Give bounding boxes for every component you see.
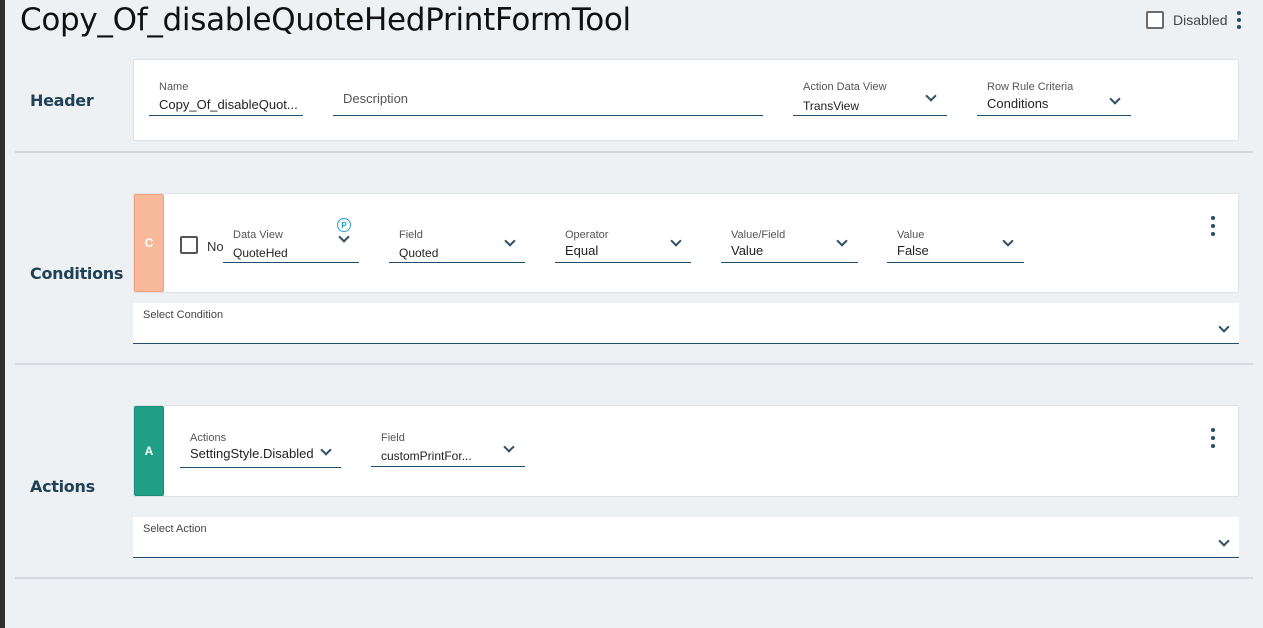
action-data-view-value: TransView	[803, 99, 860, 113]
actions-value: SettingStyle.Disabled	[190, 446, 314, 461]
name-label: Name	[159, 81, 189, 93]
section-divider	[15, 577, 1253, 579]
page-more-icon[interactable]	[1236, 11, 1242, 29]
disabled-checkbox[interactable]	[1146, 11, 1164, 29]
disabled-toggle[interactable]: Disabled	[1146, 11, 1227, 29]
operator-label: Operator	[565, 229, 609, 241]
name-value: Copy_Of_disableQuot...	[159, 97, 298, 112]
action-field-value: customPrintFor...	[381, 449, 472, 463]
chevron-down-icon	[320, 444, 332, 456]
not-label: No	[207, 239, 224, 254]
field-label: Field	[399, 229, 423, 241]
action-tag: A	[134, 406, 164, 496]
conditions-section-label: Conditions	[30, 264, 124, 283]
header-card: Name Copy_Of_disableQuot... Description …	[133, 59, 1239, 141]
value-label: Value	[897, 229, 925, 241]
condition-operator-select[interactable]: Operator Equal	[555, 229, 691, 263]
operator-value: Equal	[565, 243, 599, 258]
parameter-icon[interactable]: P	[337, 218, 351, 232]
row-rule-criteria-label: Row Rule Criteria	[987, 81, 1074, 93]
header-section-label: Header	[30, 91, 94, 110]
chevron-down-icon	[1218, 321, 1230, 333]
row-rule-criteria-select[interactable]: Row Rule Criteria Conditions	[977, 81, 1131, 116]
condition-card: C No Data View QuoteHed P Field Quoted O…	[133, 193, 1239, 293]
action-more-icon[interactable]	[1210, 428, 1216, 448]
select-condition-dropdown[interactable]: Select Condition	[133, 303, 1239, 344]
action-data-view-select[interactable]: Action Data View TransView	[793, 81, 947, 116]
actions-section-label: Actions	[30, 477, 95, 496]
action-data-view-label: Action Data View	[803, 81, 887, 93]
row-rule-criteria-value: Conditions	[987, 96, 1049, 111]
chevron-down-icon	[836, 235, 848, 247]
chevron-down-icon	[338, 231, 350, 243]
window-edge	[0, 0, 5, 628]
section-divider	[15, 363, 1253, 365]
chevron-down-icon	[503, 441, 515, 453]
condition-more-icon[interactable]	[1210, 216, 1216, 236]
action-card: A Actions SettingStyle.Disabled Field cu…	[133, 405, 1239, 497]
select-action-label: Select Action	[143, 523, 207, 535]
condition-field-select[interactable]: Field Quoted	[389, 229, 525, 263]
action-type-select[interactable]: Actions SettingStyle.Disabled	[180, 432, 341, 468]
name-field[interactable]: Name Copy_Of_disableQuot...	[149, 81, 303, 116]
section-divider	[15, 151, 1253, 153]
description-placeholder: Description	[343, 91, 409, 106]
select-condition-label: Select Condition	[143, 309, 224, 321]
disabled-label: Disabled	[1173, 12, 1228, 28]
condition-value-select[interactable]: Value False	[887, 229, 1024, 263]
chevron-down-icon	[670, 235, 682, 247]
value-field-label: Value/Field	[731, 229, 786, 241]
description-input[interactable]: Description	[333, 81, 763, 116]
chevron-down-icon	[1218, 535, 1230, 547]
action-field-label: Field	[381, 432, 405, 444]
condition-tag: C	[134, 194, 164, 292]
action-field-select[interactable]: Field customPrintFor...	[371, 432, 525, 467]
chevron-down-icon	[925, 90, 937, 102]
not-checkbox[interactable]	[180, 236, 198, 254]
value-field-value: Value	[731, 243, 764, 258]
actions-label: Actions	[190, 432, 227, 444]
chevron-down-icon	[1109, 93, 1121, 105]
page-title: Copy_Of_disableQuoteHedPrintFormTool	[20, 2, 631, 38]
condition-value-field-select[interactable]: Value/Field Value	[721, 229, 858, 263]
chevron-down-icon	[504, 235, 516, 247]
data-view-label: Data View	[233, 229, 283, 241]
condition-data-view-select[interactable]: Data View QuoteHed	[223, 229, 359, 263]
field-value: Quoted	[399, 246, 439, 260]
value-value: False	[897, 243, 929, 258]
chevron-down-icon	[1002, 235, 1014, 247]
select-action-dropdown[interactable]: Select Action	[133, 517, 1239, 558]
data-view-value: QuoteHed	[233, 246, 288, 260]
